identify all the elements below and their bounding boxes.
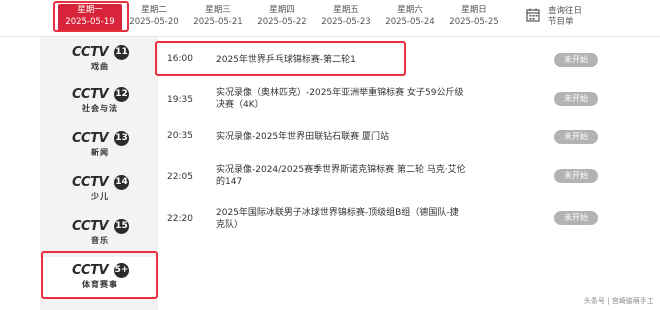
date-tab-1[interactable]: 星期二 2025-05-20 (122, 4, 186, 32)
date-tab-4[interactable]: 星期五 2025-05-23 (314, 4, 378, 32)
status-badge[interactable]: 未开始 (554, 169, 598, 183)
program-row[interactable]: 22:05 实况录像-2024/2025赛季世界斯诺克锦标赛 第二轮 马克·艾伦… (158, 164, 610, 192)
date-tab-date: 2025-05-21 (193, 17, 243, 27)
calendar-icon (526, 8, 540, 22)
channel-number: 11 (114, 45, 129, 60)
channel-brand: CCTV (72, 87, 109, 102)
channel-brand: CCTV (72, 219, 109, 234)
channel-logo: CCTV 14 少儿 (72, 173, 129, 205)
date-tab-date: 2025-05-22 (257, 17, 307, 27)
status-badge[interactable]: 未开始 (554, 211, 598, 225)
program-time: 22:05 (167, 172, 193, 182)
channel-brand: CCTV (72, 175, 109, 190)
watermark: 头条号 | 宫崎骏萌手工 (584, 297, 654, 305)
channel-subtitle: 少儿 (91, 192, 109, 201)
history-label-line2: 节目单 (548, 17, 574, 27)
program-time: 19:35 (167, 95, 193, 105)
program-time: 22:20 (167, 214, 193, 224)
channel-subtitle: 社会与法 (82, 104, 118, 113)
status-badge[interactable]: 未开始 (554, 130, 598, 144)
history-schedule-button[interactable]: 查询往日 节目单 (526, 6, 606, 32)
program-title: 2025年国际冰联男子冰球世界锦标赛-顶级组B组（德国队-捷克队） (216, 208, 459, 230)
program-row[interactable]: 22:20 2025年国际冰联男子冰球世界锦标赛-顶级组B组（德国队-捷克队） … (158, 207, 610, 235)
program-title: 实况录像-2025年世界田联钻石联赛 厦门站 (216, 132, 390, 142)
channel-item-11[interactable]: CCTV 11 戏曲 (40, 39, 158, 79)
channel-item-15[interactable]: CCTV 15 音乐 (40, 213, 158, 253)
date-tab-weekday: 星期六 (397, 5, 423, 15)
history-label: 查询往日 节目单 (548, 6, 582, 28)
selected-program-highlight (155, 41, 406, 76)
channel-number: 12 (114, 87, 129, 102)
date-tab-date: 2025-05-20 (129, 17, 179, 27)
history-label-line1: 查询往日 (548, 6, 583, 16)
active-date-highlight (53, 1, 129, 32)
program-title: 实况录像-2024/2025赛季世界斯诺克锦标赛 第二轮 马克·艾伦的147 (216, 165, 466, 187)
date-tab-weekday: 星期五 (333, 5, 359, 15)
date-tab-date: 2025-05-25 (449, 17, 499, 27)
program-list: 16:00 2025年世界乒乓球锦标赛-第二轮1 未开始 19:35 实况录像（… (158, 37, 610, 310)
status-badge[interactable]: 未开始 (554, 53, 598, 67)
channel-subtitle: 新闻 (91, 148, 109, 157)
date-tab-3[interactable]: 星期四 2025-05-22 (250, 4, 314, 32)
date-tab-5[interactable]: 星期六 2025-05-24 (378, 4, 442, 32)
status-badge[interactable]: 未开始 (554, 92, 598, 106)
channel-subtitle: 音乐 (91, 236, 109, 245)
channel-number: 14 (114, 175, 129, 190)
channel-brand: CCTV (72, 131, 109, 146)
program-row[interactable]: 20:35 实况录像-2025年世界田联钻石联赛 厦门站 未开始 (158, 129, 610, 147)
channel-logo: CCTV 12 社会与法 (72, 85, 129, 117)
date-tab-date: 2025-05-24 (385, 17, 435, 27)
program-time: 20:35 (167, 131, 193, 141)
program-row[interactable]: 19:35 实况录像（奥林匹克）-2025年亚洲举重锦标赛 女子59公斤级决赛（… (158, 87, 610, 115)
channel-logo: CCTV 11 戏曲 (72, 43, 129, 75)
date-tab-weekday: 星期日 (461, 5, 487, 15)
date-tab-2[interactable]: 星期三 2025-05-21 (186, 4, 250, 32)
date-tab-weekday: 星期四 (269, 5, 295, 15)
channel-brand: CCTV (72, 45, 109, 60)
date-tab-weekday: 星期二 (141, 5, 167, 15)
program-title: 实况录像（奥林匹克）-2025年亚洲举重锦标赛 女子59公斤级决赛（4K） (216, 88, 464, 110)
selected-channel-highlight (41, 251, 158, 299)
date-tab-6[interactable]: 星期日 2025-05-25 (442, 4, 506, 32)
channel-item-12[interactable]: CCTV 12 社会与法 (40, 81, 158, 121)
channel-number: 15 (114, 219, 129, 234)
date-tab-weekday: 星期三 (205, 5, 231, 15)
channel-item-13[interactable]: CCTV 13 新闻 (40, 125, 158, 165)
channel-logo: CCTV 15 音乐 (72, 217, 129, 249)
channel-subtitle: 戏曲 (91, 62, 109, 71)
channel-logo: CCTV 13 新闻 (72, 129, 129, 161)
date-tab-date: 2025-05-23 (321, 17, 371, 27)
channel-number: 13 (114, 131, 129, 146)
channel-item-14[interactable]: CCTV 14 少儿 (40, 169, 158, 209)
